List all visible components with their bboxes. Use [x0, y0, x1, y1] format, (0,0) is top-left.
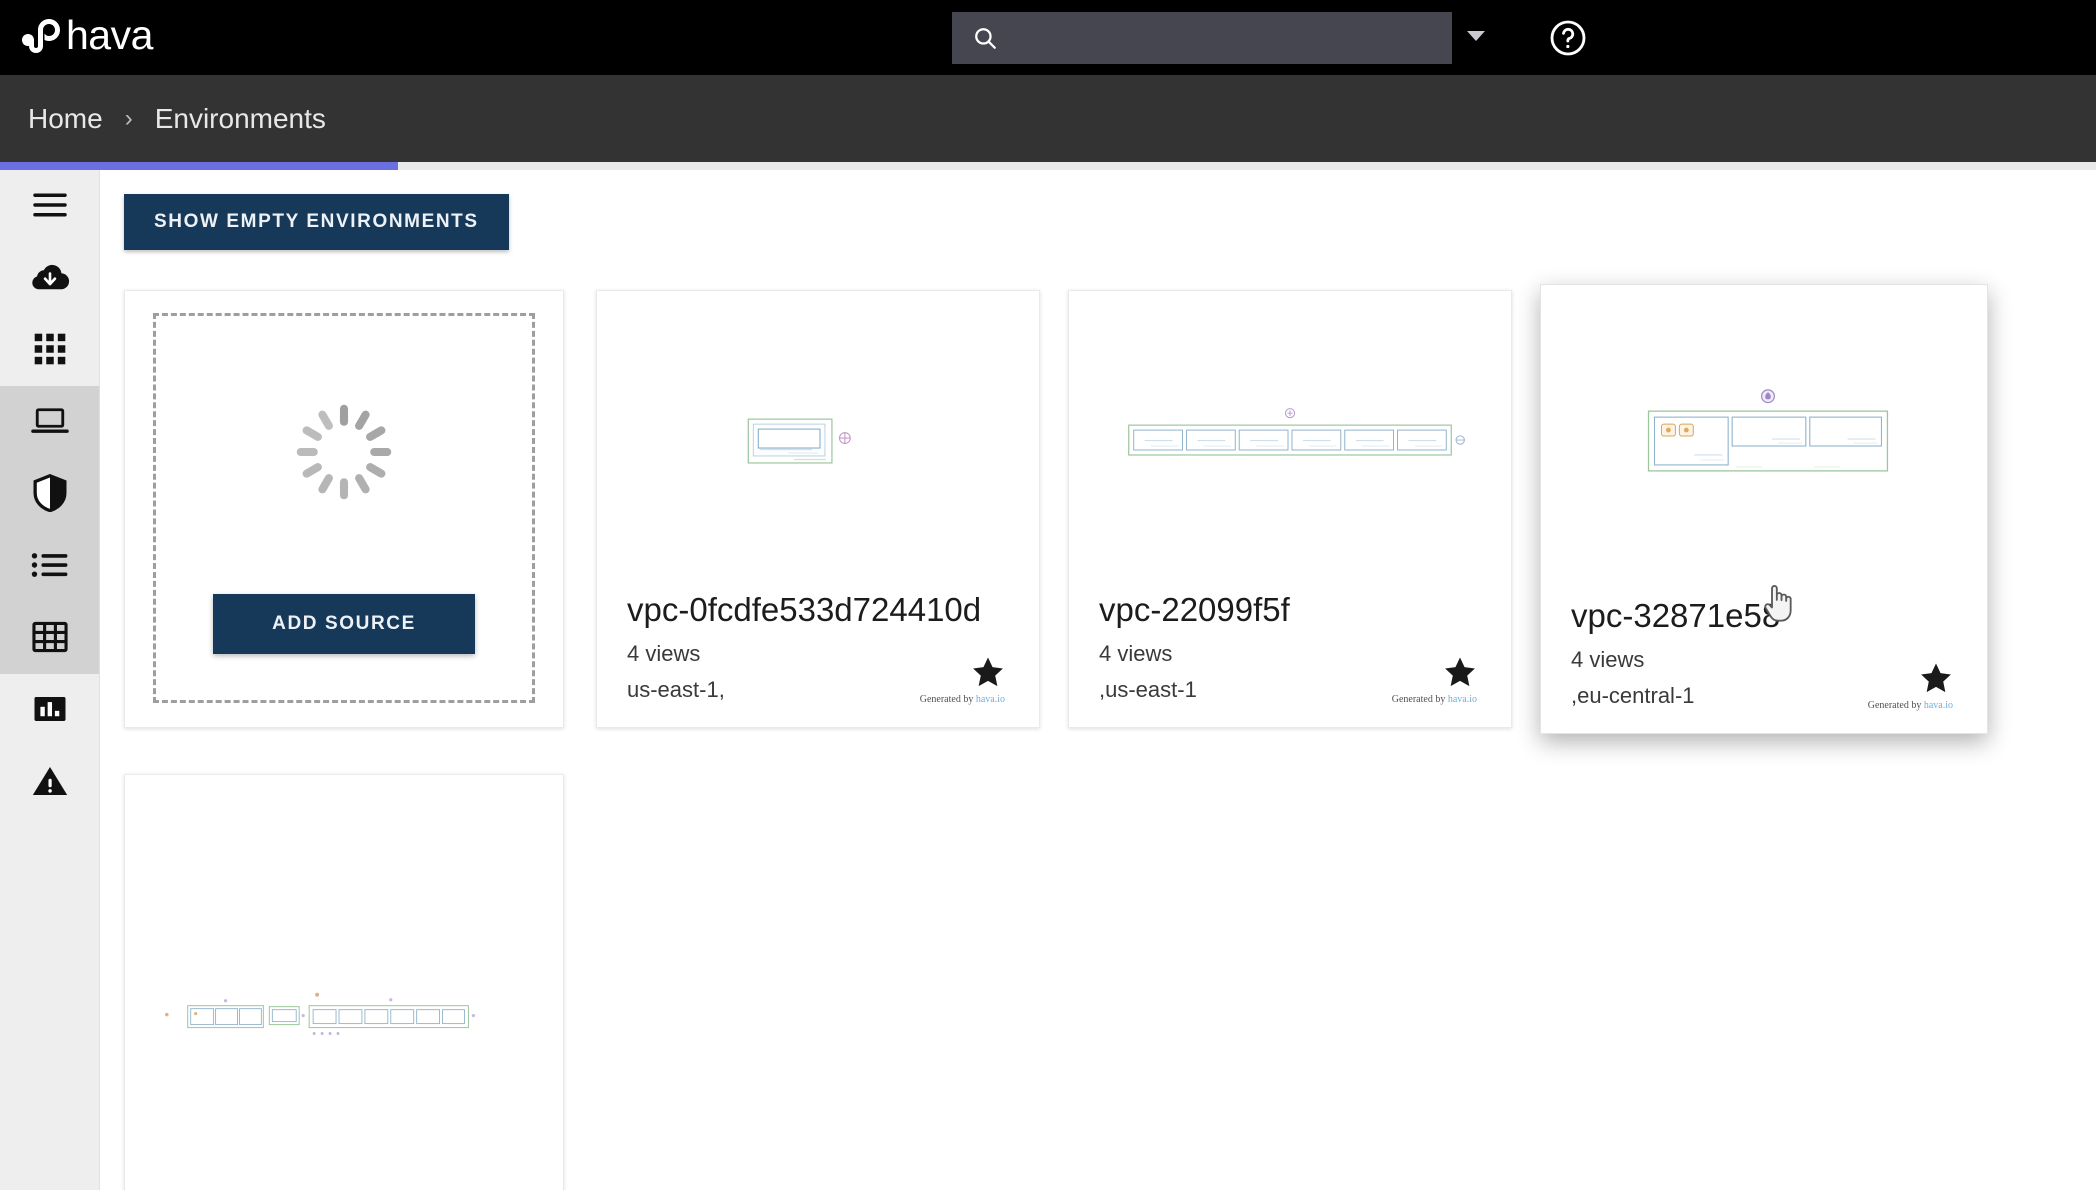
chevron-down-icon	[1466, 30, 1486, 43]
card-body: vpc-22099f5f 4 views ,us-east-1	[1069, 591, 1511, 727]
apps-grid-icon	[33, 332, 67, 366]
sidebar-item-lists[interactable]	[0, 530, 99, 600]
favorite-star-button[interactable]	[1443, 655, 1477, 689]
breadcrumb-current: Environments	[154, 102, 326, 134]
brand-logo[interactable]: hava	[20, 15, 153, 60]
card-views: 4 views	[627, 641, 701, 666]
menu-icon	[31, 190, 69, 220]
hava-logo-icon	[20, 16, 64, 60]
diagram-thumbnail[interactable]	[1541, 285, 1987, 607]
show-empty-environments-button[interactable]: SHOW EMPTY ENVIRONMENTS	[124, 194, 509, 250]
sidebar-item-sources[interactable]	[0, 242, 99, 312]
breadcrumb-separator-icon: ›	[124, 104, 133, 132]
add-source-button[interactable]: ADD SOURCE	[213, 594, 475, 654]
star-filled-icon	[1919, 661, 1953, 695]
card-region: ,us-east-1	[1099, 677, 1197, 702]
card-title: vpc-0fcdfe533d724410d	[627, 591, 982, 628]
favorite-star-button[interactable]	[971, 655, 1005, 689]
card-region: us-east-1,	[627, 677, 725, 702]
search-icon	[952, 25, 998, 51]
card-body: vpc-32871e58 4 views ,eu-central-1	[1541, 597, 1987, 733]
laptop-icon	[30, 406, 70, 436]
card-region: ,eu-central-1	[1571, 683, 1695, 708]
breadcrumb-home[interactable]: Home	[28, 103, 103, 135]
bar-chart-icon	[33, 693, 67, 725]
sidebar-item-environments[interactable]	[0, 386, 99, 456]
add-source-dropzone[interactable]: ADD SOURCE	[153, 313, 535, 703]
card-meta: 4 views us-east-1,	[627, 641, 1009, 703]
card-meta: 4 views ,us-east-1	[1099, 641, 1481, 703]
card-title: vpc-32871e58	[1571, 597, 1781, 634]
sidebar-item-security[interactable]	[0, 458, 99, 528]
sidebar-item-reports[interactable]	[0, 674, 99, 744]
help-button[interactable]	[1548, 18, 1588, 58]
main-content: SHOW EMPTY ENVIRONMENTS ADD SOURCE Gener…	[100, 170, 2096, 1190]
help-circle-icon	[1548, 18, 1588, 58]
search-dropdown-button[interactable]	[1462, 22, 1490, 50]
environment-card[interactable]: Generated by hava.io vpc-0fcdfe533d72441…	[596, 290, 1040, 728]
warning-triangle-icon	[31, 765, 69, 797]
star-filled-icon	[1443, 655, 1477, 689]
sidebar-item-tables[interactable]	[0, 602, 99, 672]
breadcrumb: Home › Environments	[0, 75, 2096, 162]
environment-card[interactable]: Generated by hava.io vpc-32871e58 4 view…	[1540, 284, 1988, 734]
diagram-thumbnail[interactable]	[597, 291, 1039, 613]
search-bar[interactable]	[952, 12, 1452, 64]
environment-card[interactable]	[124, 774, 564, 1190]
favorite-star-button[interactable]	[1919, 661, 1953, 695]
sidebar-item-menu[interactable]	[0, 170, 99, 240]
add-source-card[interactable]: ADD SOURCE	[124, 290, 564, 728]
top-bar: hava	[0, 0, 2096, 75]
brand-name: hava	[66, 12, 153, 58]
table-grid-icon	[31, 621, 68, 653]
diagram-thumbnail[interactable]	[125, 775, 563, 1097]
diagram-thumbnail[interactable]	[1069, 291, 1511, 613]
search-input[interactable]	[998, 12, 1452, 64]
sidebar-item-alerts[interactable]	[0, 746, 99, 816]
progress-fill	[0, 162, 399, 170]
card-views: 4 views	[1571, 647, 1645, 672]
loading-spinner-icon	[290, 398, 398, 506]
star-filled-icon	[971, 655, 1005, 689]
page-loading-progress	[0, 162, 2096, 170]
cloud-download-icon	[30, 261, 70, 293]
card-meta: 4 views ,eu-central-1	[1571, 647, 1957, 709]
card-title: vpc-22099f5f	[1099, 591, 1290, 628]
sidebar	[0, 170, 100, 1190]
card-body: vpc-0fcdfe533d724410d 4 views us-east-1,	[597, 591, 1039, 727]
card-views: 4 views	[1099, 641, 1173, 666]
shield-icon	[32, 474, 68, 512]
sidebar-item-dashboard[interactable]	[0, 314, 99, 384]
list-icon	[31, 552, 69, 578]
environment-card[interactable]: Generated by hava.io vpc-22099f5f 4 view…	[1068, 290, 1512, 728]
